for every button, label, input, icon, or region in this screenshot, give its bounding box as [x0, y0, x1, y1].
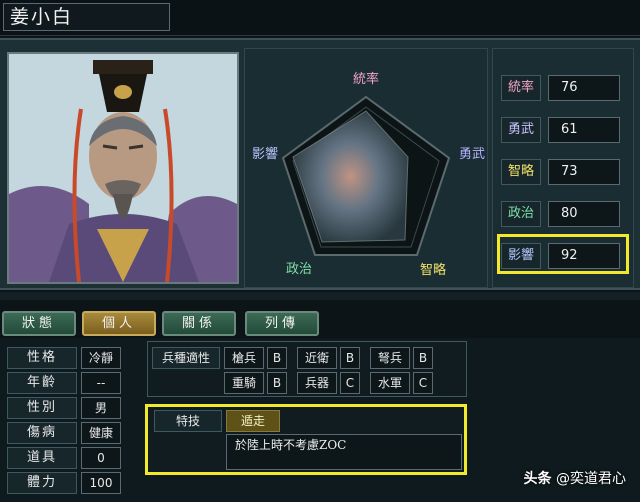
- troop-grade: B: [413, 347, 433, 369]
- troop-cell-siege: 兵器 C: [297, 372, 361, 394]
- troop-grade: B: [267, 372, 287, 394]
- stat-value: 61: [548, 117, 620, 143]
- troop-cell-guard: 近衛 B: [297, 347, 361, 369]
- info-value: 0: [81, 447, 121, 469]
- stat-value: 80: [548, 201, 620, 227]
- info-value: 冷靜: [81, 347, 121, 369]
- officer-name: 姜小白: [3, 3, 170, 31]
- highlight-frame: [497, 234, 629, 274]
- radar-label-tongshuai: 統率: [353, 71, 379, 87]
- radar-label-yongwu: 勇武: [459, 147, 485, 162]
- info-value: 100: [81, 472, 121, 494]
- stat-value: 73: [548, 159, 620, 185]
- info-label: 傷病: [7, 422, 77, 444]
- info-label: 性別: [7, 397, 77, 419]
- radar-label-zhengzhi: 政治: [286, 262, 312, 277]
- info-label: 性格: [7, 347, 77, 369]
- info-label: 體力: [7, 472, 77, 494]
- stat-value: 76: [548, 75, 620, 101]
- watermark: 头条 @奕道君心: [524, 468, 626, 488]
- stat-label: 政治: [501, 201, 541, 227]
- top-panel: 統率 勇武 智略 政治 影響 統率 76 勇武 61 智略 73 政治 80 影…: [0, 38, 640, 290]
- troop-aptitude-box: 兵種適性 槍兵 B 近衛 B 弩兵 B 重騎 B 兵器 C 水軍 C: [147, 341, 467, 397]
- tab-status[interactable]: 狀態: [2, 311, 76, 336]
- troop-cell-crossbow: 弩兵 B: [370, 347, 434, 369]
- troop-cell-navy: 水軍 C: [370, 372, 434, 394]
- troop-name: 槍兵: [224, 347, 264, 369]
- troop-name: 弩兵: [370, 347, 410, 369]
- troop-cell-spear: 槍兵 B: [224, 347, 288, 369]
- troop-grade: B: [340, 347, 360, 369]
- radar-panel: 統率 勇武 智略 政治 影響: [244, 48, 488, 288]
- tab-biography[interactable]: 列傳: [245, 311, 319, 336]
- skill-label: 特技: [154, 410, 222, 432]
- troop-grade: C: [413, 372, 433, 394]
- stat-panel: 統率 76 勇武 61 智略 73 政治 80 影響 92: [492, 48, 634, 288]
- troop-name: 水軍: [370, 372, 410, 394]
- stat-label: 勇武: [501, 117, 541, 143]
- info-label: 年齡: [7, 372, 77, 394]
- radar-label-zhilue: 智略: [420, 262, 446, 278]
- troop-name: 重騎: [224, 372, 264, 394]
- divider-strip: [0, 292, 640, 300]
- title-bar: 姜小白: [0, 0, 640, 36]
- troop-name: 兵器: [297, 372, 337, 394]
- troop-grade: C: [340, 372, 360, 394]
- portrait-image: [9, 54, 237, 282]
- info-value: 男: [81, 397, 121, 419]
- troop-grade: B: [267, 347, 287, 369]
- tab-personal[interactable]: 個人: [82, 311, 156, 336]
- special-skill-box: 特技 遁走 於陸上時不考慮ZOC: [145, 404, 467, 475]
- radar-label-yingxiang: 影響: [252, 146, 278, 162]
- watermark-handle: @奕道君心: [556, 471, 626, 487]
- troop-name: 近衛: [297, 347, 337, 369]
- info-value: --: [81, 372, 121, 394]
- info-value: 健康: [81, 422, 121, 444]
- troop-cell-heavy-cavalry: 重騎 B: [224, 372, 288, 394]
- officer-portrait: [7, 52, 239, 284]
- stat-label: 統率: [501, 75, 541, 101]
- skill-name[interactable]: 遁走: [226, 410, 280, 432]
- tab-relations[interactable]: 關係: [162, 311, 236, 336]
- stat-radar-chart: 統率 勇武 智略 政治 影響: [252, 71, 485, 278]
- skill-description: 於陸上時不考慮ZOC: [226, 434, 462, 470]
- troop-aptitude-title: 兵種適性: [152, 347, 220, 369]
- watermark-prefix: 头条: [523, 471, 552, 487]
- info-label: 道具: [7, 447, 77, 469]
- stat-label: 智略: [501, 159, 541, 185]
